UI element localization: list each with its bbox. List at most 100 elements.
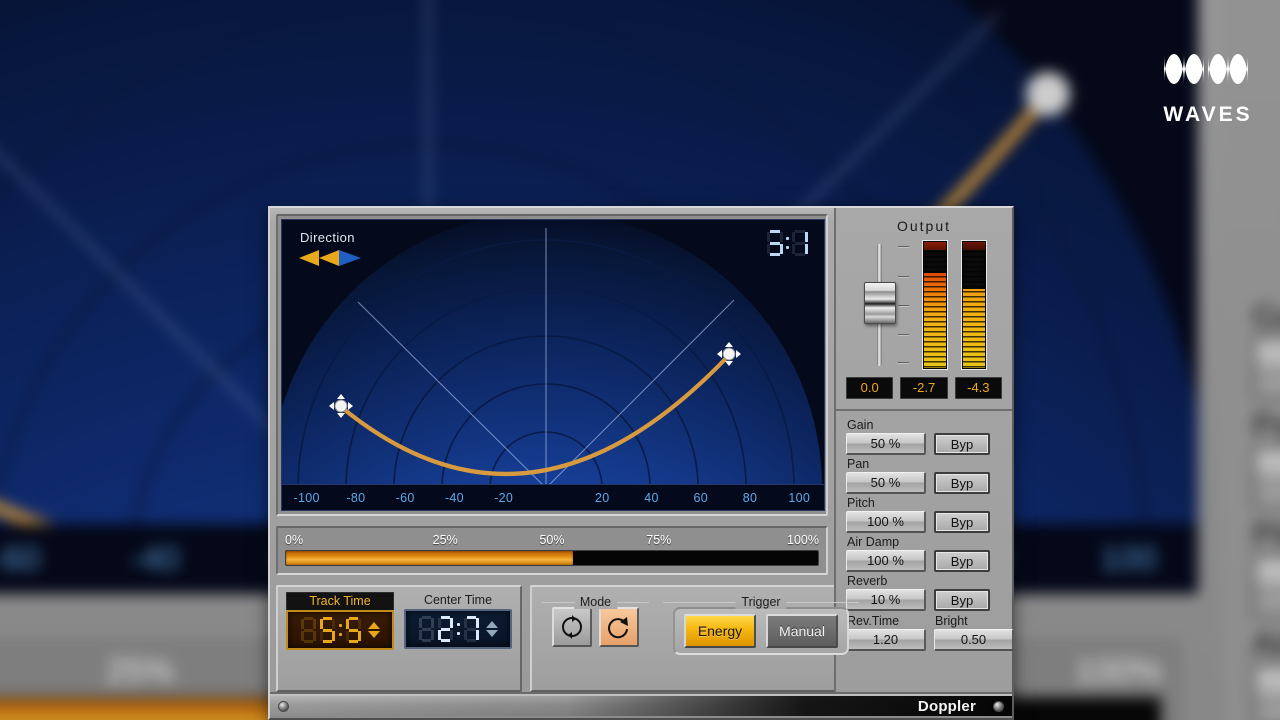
axis-tick: 60 [693, 490, 709, 505]
footer-screw-left-icon [278, 700, 289, 712]
param-gain-bypass[interactable]: Byp [934, 433, 990, 455]
meter-left-ladder [924, 251, 946, 368]
param-pitch-label: Pitch [847, 496, 875, 510]
output-and-parameters-column: Output 0.0 -2.7 -4.3 Gain 50 % Byp Pan 5… [834, 208, 1014, 692]
trigger-manual-button[interactable]: Manual [766, 614, 838, 648]
track-time-unit: Track Time [286, 592, 394, 685]
footer-screw-right-icon [993, 700, 1004, 712]
plugin-name-label: Doppler [917, 697, 976, 715]
direction-graph[interactable]: Direction -100 -80 -60 -40 -20 20 40 60 … [281, 219, 825, 511]
position-progress-panel: 0% 25% 50% 75% 100% [276, 526, 828, 575]
param-air-damp-label: Air Damp [847, 535, 900, 549]
param-gain-value[interactable]: 50 % [846, 433, 926, 455]
param-bright: Bright 0.50 [934, 613, 1014, 651]
waves-wave-mark-icon [1164, 54, 1248, 84]
meter-left-readout[interactable]: -2.7 [900, 377, 948, 399]
axis-tick: 40 [644, 490, 659, 505]
mode-trigger-panel: Mode Trigger Energy Manual [530, 585, 871, 692]
mode-bidirectional-button[interactable] [552, 607, 592, 647]
center-time-label: Center Time [423, 593, 493, 607]
time-displays-panel: Track Time Center Time [276, 585, 522, 692]
mode-group: Mode [542, 595, 649, 682]
center-time-unit: Center Time [404, 592, 512, 685]
output-title: Output [896, 218, 952, 234]
param-small-row: Rev.Time 1.20 Bright 0.50 [846, 613, 1014, 651]
meter-left [922, 240, 948, 370]
param-air-damp: Air Damp 100 % Byp [846, 535, 1002, 572]
waves-logo-icon: WAVES [1158, 40, 1258, 127]
waves-wordmark: WAVES [1163, 103, 1253, 126]
progress-tick: 0% [285, 533, 304, 547]
axis-tick: 100 [788, 490, 811, 505]
param-bright-value[interactable]: 0.50 [934, 629, 1014, 651]
axis-tick: -60 [395, 490, 415, 505]
footer-strip [270, 696, 1012, 716]
direction-graph-frame: Direction -100 -80 -60 -40 -20 20 40 60 … [276, 214, 828, 516]
axis-tick: -40 [444, 490, 464, 505]
param-air-damp-bypass[interactable]: Byp [934, 550, 990, 572]
progress-tick: 100% [787, 533, 819, 547]
circular-two-arrows-icon [562, 615, 582, 639]
param-reverb-label: Reverb [847, 574, 888, 588]
mode-single-pass-button[interactable] [599, 607, 639, 647]
direction-arrows[interactable] [299, 248, 379, 273]
output-fader[interactable] [861, 240, 909, 370]
plugin-footer: Doppler [270, 692, 1012, 718]
direction-label: Direction [300, 230, 355, 245]
track-time-label: Track Time [286, 592, 394, 610]
axis-tick: -80 [346, 490, 366, 505]
x-axis: -100 -80 -60 -40 -20 20 40 60 80 100 [282, 484, 824, 510]
progress-tick: 75% [646, 533, 672, 547]
center-time-stepper[interactable] [485, 621, 498, 637]
param-pan-bypass[interactable]: Byp [934, 472, 990, 494]
param-pan: Pan 50 % Byp [846, 457, 1002, 494]
param-reverb-bypass[interactable]: Byp [934, 589, 990, 611]
axis-tick: 80 [742, 490, 758, 505]
transport-controls-row: Track Time Center Time Mode Trigger Ener… [276, 585, 871, 692]
param-air-damp-value[interactable]: 100 % [846, 550, 926, 572]
main-control-column: Direction -100 -80 -60 -40 -20 20 40 60 … [270, 208, 871, 692]
meter-right-readout[interactable]: -4.3 [954, 377, 1002, 399]
param-pan-label: Pan [847, 457, 870, 471]
arrow-right-blue-icon [339, 250, 361, 266]
param-gain: Gain 50 % Byp [846, 418, 1002, 455]
param-pitch-bypass[interactable]: Byp [934, 511, 990, 533]
progress-tick: 50% [539, 533, 565, 547]
ratio-display: 3:1 [767, 230, 808, 256]
axis-tick: -20 [494, 490, 514, 505]
trigger-energy-button[interactable]: Energy [684, 614, 756, 648]
doppler-plugin-window: Direction -100 -80 -60 -40 -20 20 40 60 … [268, 206, 1014, 720]
trigger-group: Trigger Energy Manual [663, 595, 859, 682]
param-pitch: Pitch 100 % Byp [846, 496, 1002, 533]
mode-legend: Mode [573, 595, 618, 609]
param-pitch-value[interactable]: 100 % [846, 511, 926, 533]
drag-handle-icon[interactable] [717, 342, 741, 371]
center-time-display[interactable]: 2:7 [404, 609, 512, 649]
meter-right [961, 240, 987, 370]
fader-value-readout[interactable]: 0.0 [846, 377, 894, 399]
ratio-digit-2 [792, 230, 808, 256]
param-reverb: Reverb 10 % Byp [846, 574, 1002, 611]
progress-scale: 0% 25% 50% 75% 100% [285, 533, 819, 550]
meter-right-ladder [963, 251, 985, 368]
axis-tick: 20 [594, 490, 610, 505]
progress-slider[interactable] [285, 550, 819, 566]
param-gain-label: Gain [847, 418, 874, 432]
param-pan-value[interactable]: 50 % [846, 472, 926, 494]
track-time-stepper[interactable] [367, 622, 380, 638]
meter-left-clip [924, 242, 946, 250]
axis-tick: -100 [293, 490, 320, 505]
fader-knob[interactable] [864, 282, 896, 324]
parameters-section: Gain 50 % Byp Pan 50 % Byp Pitch 100 % B… [836, 411, 1014, 655]
circular-single-arrow-icon [608, 617, 628, 639]
fader-ticks [897, 244, 909, 366]
center-time-digit-dim [418, 616, 434, 642]
track-time-display[interactable]: 5:5 [286, 610, 394, 650]
param-bright-label: Bright [935, 614, 968, 628]
progress-tick: 25% [432, 533, 458, 547]
trigger-legend: Trigger [735, 595, 787, 609]
output-section: Output 0.0 -2.7 -4.3 [836, 208, 1012, 411]
progress-fill [286, 551, 574, 565]
arrow-left-orange-icon [299, 250, 339, 266]
drag-handle-icon[interactable] [329, 394, 353, 423]
